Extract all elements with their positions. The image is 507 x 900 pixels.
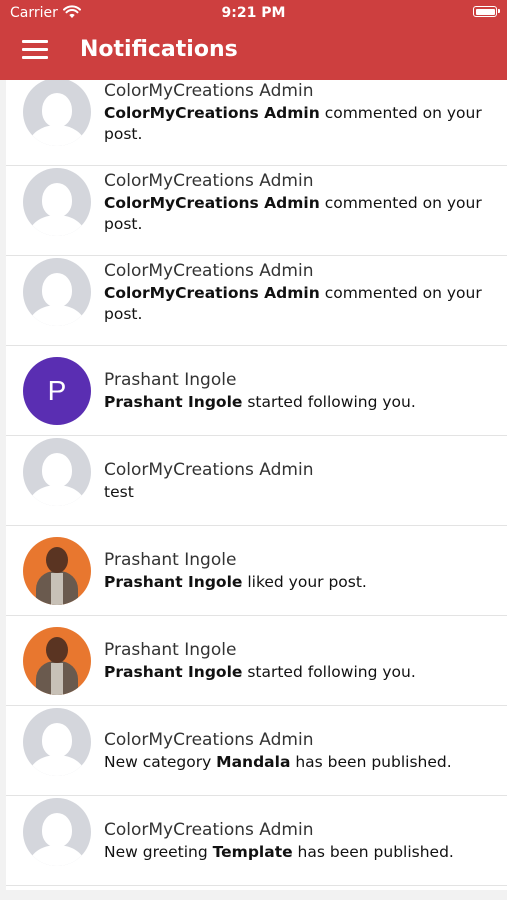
notification-item[interactable]: ColorMyCreations Admin New category Manda… (6, 706, 507, 796)
notification-sender: ColorMyCreations Admin (104, 171, 314, 191)
notification-message: ColorMyCreations Admin commented on your… (104, 283, 489, 325)
message-text: New greeting (104, 843, 213, 861)
message-bold-text: ColorMyCreations Admin (104, 104, 320, 122)
avatar-placeholder-icon[interactable] (23, 438, 91, 506)
avatar[interactable]: P (23, 357, 91, 425)
notification-item[interactable]: ColorMyCreations Admin ColorMyCreations A… (6, 166, 507, 256)
notification-sender: Prashant Ingole (104, 550, 237, 570)
avatar-placeholder-icon[interactable] (23, 798, 91, 866)
message-bold-text: Prashant Ingole (104, 573, 243, 591)
message-text: has been published. (292, 843, 454, 861)
avatar-placeholder-icon[interactable] (23, 168, 91, 236)
message-bold-text: Prashant Ingole (104, 393, 243, 411)
notification-message: test (104, 482, 489, 503)
notification-sender: ColorMyCreations Admin (104, 261, 314, 281)
avatar-photo[interactable] (23, 627, 91, 695)
notification-sender: ColorMyCreations Admin (104, 460, 314, 480)
message-text: liked your post. (242, 573, 367, 591)
notification-message: New category Mandala has been published. (104, 752, 489, 773)
notification-message: Prashant Ingole liked your post. (104, 572, 489, 593)
notification-list[interactable]: ColorMyCreations Admin ColorMyCreations A… (6, 80, 507, 890)
notification-sender: Prashant Ingole (104, 640, 237, 660)
message-text: has been published. (290, 753, 452, 771)
avatar-placeholder-icon[interactable] (23, 258, 91, 326)
page-title: Notifications (80, 37, 238, 62)
clock: 9:21 PM (221, 5, 286, 21)
message-text: started following you. (242, 393, 416, 411)
notification-message: ColorMyCreations Admin commented on your… (104, 193, 489, 235)
message-bold-text: ColorMyCreations Admin (104, 194, 320, 212)
notification-sender: Prashant Ingole (104, 370, 237, 390)
notification-item[interactable]: Prashant Ingole Prashant Ingole started f… (6, 616, 507, 706)
notification-item[interactable]: Prashant Ingole Prashant Ingole liked you… (6, 526, 507, 616)
notification-item[interactable]: P Prashant Ingole Prashant Ingole started … (6, 346, 507, 436)
notification-message: Prashant Ingole started following you. (104, 392, 489, 413)
notification-message: ColorMyCreations Admin commented on your… (104, 103, 489, 145)
notification-message: New greeting Template has been published… (104, 842, 489, 863)
message-text: started following you. (242, 663, 416, 681)
notification-sender: ColorMyCreations Admin (104, 81, 314, 101)
message-bold-text: Mandala (216, 753, 291, 771)
notification-sender: ColorMyCreations Admin (104, 730, 314, 750)
message-text: New category (104, 753, 217, 771)
avatar-placeholder-icon[interactable] (23, 708, 91, 776)
notification-message: Prashant Ingole started following you. (104, 662, 489, 683)
battery-icon (473, 6, 500, 17)
notification-item[interactable]: ColorMyCreations Admin test (6, 436, 507, 526)
notification-item[interactable]: ColorMyCreations Admin New greeting Templ… (6, 796, 507, 886)
message-bold-text: Prashant Ingole (104, 663, 243, 681)
status-bar: Carrier 9:21 PM (0, 0, 507, 28)
notification-item[interactable]: ColorMyCreations Admin ColorMyCreations A… (6, 256, 507, 346)
notification-item[interactable]: ColorMyCreations Admin ColorMyCreations A… (6, 80, 507, 166)
avatar-photo[interactable] (23, 537, 91, 605)
message-bold-text: ColorMyCreations Admin (104, 284, 320, 302)
avatar-placeholder-icon[interactable] (23, 80, 91, 146)
message-bold-text: Template (212, 843, 293, 861)
menu-button[interactable] (22, 40, 48, 62)
app-header: Carrier 9:21 PM Notifications (0, 0, 507, 80)
notification-sender: ColorMyCreations Admin (104, 820, 314, 840)
message-text: test (104, 483, 134, 501)
